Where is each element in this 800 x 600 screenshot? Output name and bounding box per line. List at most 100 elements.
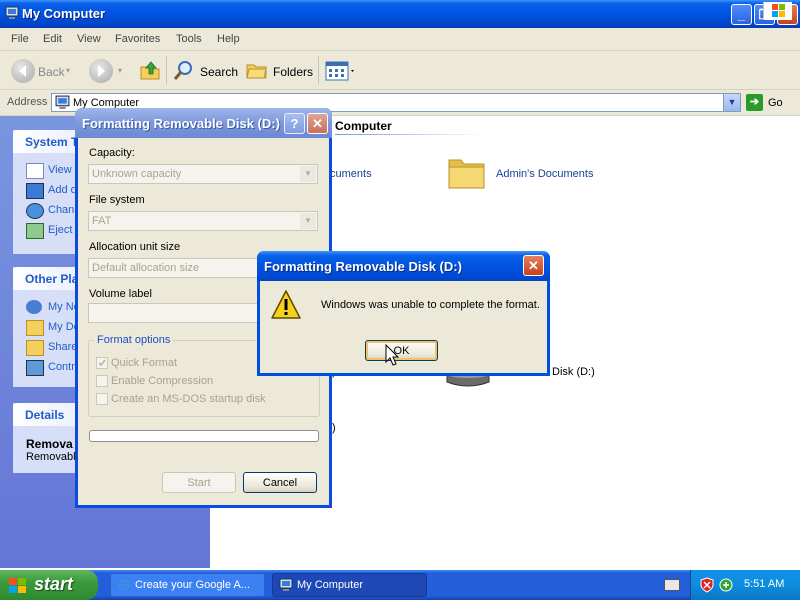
my-computer-icon (279, 578, 293, 591)
go-arrow-icon: ➔ (749, 96, 760, 108)
task-add-remove-programs[interactable]: Add o (48, 184, 77, 196)
forward-button[interactable] (89, 59, 113, 83)
checkmark-icon (98, 359, 106, 367)
folder-icon[interactable] (447, 152, 487, 192)
up-folder-button[interactable] (138, 58, 162, 82)
quick-format-label: Quick Format (111, 357, 178, 369)
section-header: Computer (335, 119, 392, 133)
quick-format-checkbox[interactable] (96, 357, 108, 369)
removable-disk-label[interactable]: Disk (D:) (552, 366, 595, 378)
shared-folder-icon (26, 340, 44, 356)
back-label: Back (38, 65, 65, 79)
search-icon (173, 61, 192, 80)
folders-button[interactable]: Folders (245, 58, 314, 84)
security-alert-icon[interactable] (700, 577, 714, 593)
back-arrow-icon (11, 59, 35, 83)
window-titlebar[interactable]: My Computer (0, 0, 800, 28)
my-computer-icon (5, 6, 19, 19)
place-control-panel[interactable]: Contr (48, 361, 75, 373)
capacity-select[interactable]: Unknown capacity ▼ (88, 164, 318, 184)
windows-flag-icon (772, 4, 785, 17)
place-shared-documents[interactable]: Share (48, 341, 77, 353)
chevron-down-icon: ▼ (300, 166, 316, 182)
section-divider (335, 134, 485, 135)
drive-label-fragment: ) (332, 422, 336, 434)
task-eject[interactable]: Eject (48, 224, 72, 236)
control-panel-icon (26, 203, 44, 219)
folders-label: Folders (273, 65, 314, 79)
windows-logo (763, 2, 792, 20)
add-remove-icon (26, 183, 44, 199)
start-label: start (34, 574, 74, 594)
error-message: Windows was unable to complete the forma… (321, 299, 540, 311)
keyboard-icon[interactable] (664, 579, 680, 591)
error-dialog-title: Formatting Removable Disk (D:) (264, 259, 462, 274)
msdos-startup-checkbox[interactable] (96, 393, 108, 405)
chevron-down-icon: ▼ (300, 213, 316, 229)
address-dropdown-button[interactable]: ▼ (723, 94, 740, 111)
details-name: Remova (26, 437, 73, 451)
search-label: Search (200, 65, 239, 79)
format-options-legend: Format options (94, 334, 174, 346)
format-close-button[interactable]: ✕ (307, 113, 328, 134)
close-icon: ✕ (528, 258, 539, 273)
task-change-setting[interactable]: Chan (48, 204, 74, 216)
enable-compression-checkbox[interactable] (96, 375, 108, 387)
taskbar-item-my-computer[interactable]: My Computer (272, 573, 427, 597)
format-progress-bar (89, 430, 319, 442)
capacity-label: Capacity: (89, 147, 135, 159)
cancel-button[interactable]: Cancel (243, 472, 317, 493)
menu-file[interactable]: File (11, 33, 29, 45)
details-type: Removable (26, 451, 82, 463)
search-button[interactable]: Search (172, 58, 238, 84)
go-label[interactable]: Go (768, 97, 783, 109)
taskbar-item-label: Create your Google A... (135, 579, 250, 591)
control-panel-icon (26, 360, 44, 376)
minimize-button[interactable]: _ (731, 4, 752, 25)
taskbar-item-google[interactable]: Create your Google A... (110, 573, 265, 597)
views-icon (325, 61, 354, 81)
forward-arrow-icon (98, 65, 105, 77)
taskbar-item-label: My Computer (297, 579, 364, 591)
allocation-label: Allocation unit size (89, 241, 181, 253)
toolbar-separator (318, 56, 319, 84)
clock[interactable]: 5:51 AM (744, 578, 784, 590)
admins-documents-label[interactable]: Admin's Documents (496, 168, 593, 180)
ie-icon (118, 579, 130, 591)
go-button[interactable]: ➔ (746, 94, 763, 111)
view-info-icon (26, 163, 44, 179)
close-icon: ✕ (312, 116, 323, 131)
back-button[interactable]: Back (10, 58, 70, 84)
menu-tools[interactable]: Tools (176, 33, 202, 45)
views-button[interactable] (324, 60, 358, 82)
windows-flag-icon (9, 578, 26, 593)
menu-view[interactable]: View (77, 33, 101, 45)
ok-button[interactable]: OK (365, 340, 438, 361)
filesystem-label: File system (89, 194, 145, 206)
eject-icon (26, 223, 44, 239)
start-button[interactable]: Start (162, 472, 236, 493)
network-connection-icon[interactable] (718, 577, 734, 593)
shared-documents-label[interactable]: cuments (330, 168, 372, 180)
window-title: My Computer (22, 6, 106, 21)
msdos-startup-label: Create an MS-DOS startup disk (111, 393, 266, 405)
mouse-cursor-icon (385, 344, 400, 366)
warning-icon (271, 290, 301, 319)
help-button[interactable]: ? (284, 113, 305, 134)
menu-help[interactable]: Help (217, 33, 240, 45)
filesystem-select[interactable]: FAT ▼ (88, 211, 318, 231)
error-close-button[interactable]: ✕ (523, 255, 544, 276)
forward-dropdown-icon[interactable]: ▾ (118, 66, 122, 75)
menu-favorites[interactable]: Favorites (115, 33, 160, 45)
address-label: Address (7, 96, 48, 108)
help-icon: ? (290, 116, 299, 131)
my-computer-icon (55, 95, 70, 109)
menu-edit[interactable]: Edit (43, 33, 62, 45)
folders-icon (246, 64, 267, 79)
folder-icon (26, 320, 44, 336)
toolbar-separator (166, 56, 167, 84)
volume-label-label: Volume label (89, 288, 152, 300)
enable-compression-label: Enable Compression (111, 375, 214, 387)
back-dropdown-icon[interactable]: ▾ (66, 66, 70, 75)
format-dialog-title: Formatting Removable Disk (D:) (82, 116, 280, 131)
